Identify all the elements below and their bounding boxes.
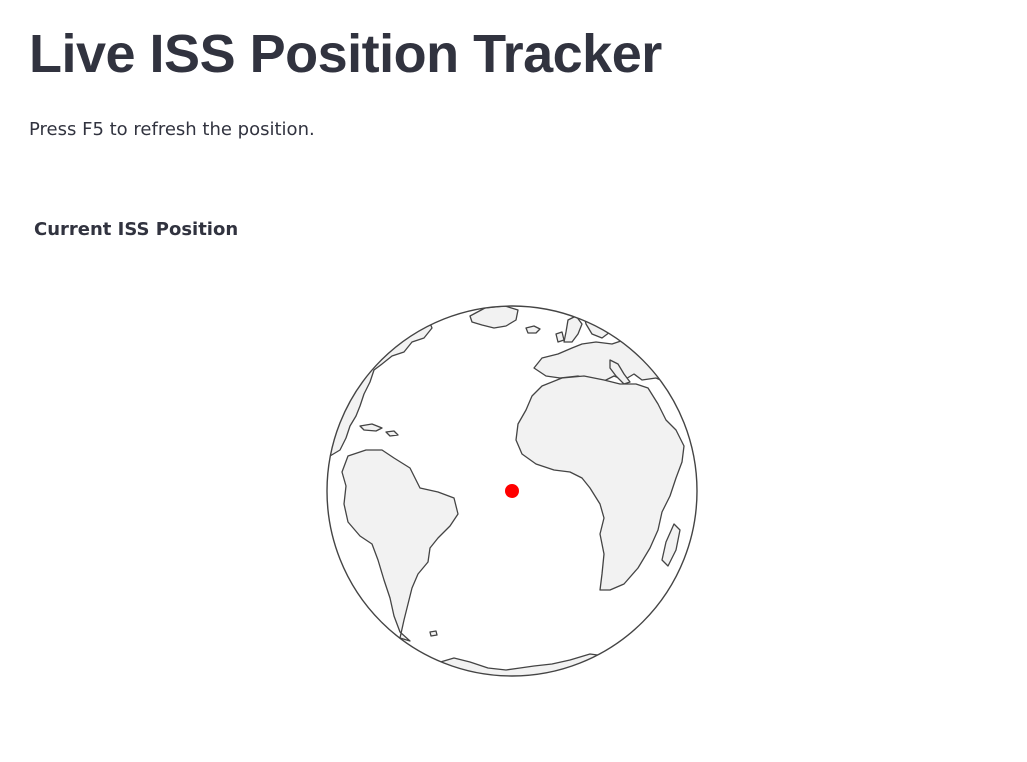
land-falklands [429, 630, 438, 637]
land-scandinavia [581, 306, 641, 339]
page-title: Live ISS Position Tracker [29, 24, 662, 84]
page-caption: Press F5 to refresh the position. [29, 119, 315, 140]
iss-marker-dot[interactable] [505, 484, 519, 498]
globe-svg[interactable] [320, 298, 706, 684]
land-ireland [555, 331, 565, 343]
map-title: Current ISS Position [34, 219, 239, 240]
globe-map[interactable] [320, 298, 706, 684]
